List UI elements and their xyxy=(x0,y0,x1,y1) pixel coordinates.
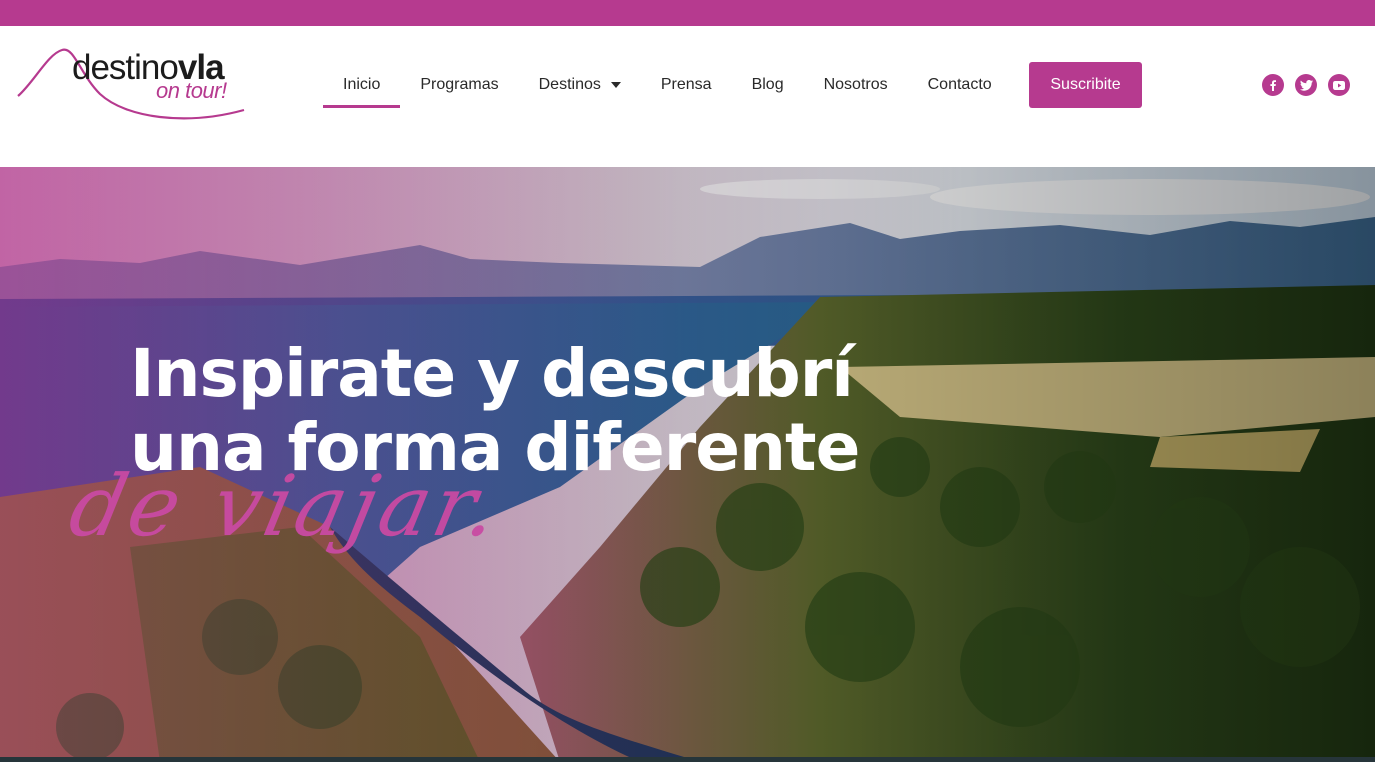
nav-label: Programas xyxy=(420,76,499,93)
nav-item-prensa[interactable]: Prensa xyxy=(641,62,732,108)
nav-label: Nosotros xyxy=(823,76,888,93)
nav-item-inicio[interactable]: Inicio xyxy=(323,62,401,108)
page-bottom-strip xyxy=(0,757,1375,762)
nav-label: Destinos xyxy=(538,76,601,93)
nav-label: Inicio xyxy=(343,76,381,93)
top-accent-bar xyxy=(0,0,1375,26)
nav-label: Prensa xyxy=(660,76,712,93)
nav-item-contacto[interactable]: Contacto xyxy=(908,62,1012,108)
nav-item-destinos[interactable]: Destinos xyxy=(519,62,641,108)
logo-tagline: on tour! xyxy=(156,78,227,103)
site-logo[interactable]: destinovla on tour! xyxy=(16,44,252,126)
hero-headline-line-1: Inspirate y descubrí xyxy=(130,335,854,412)
caret-down-icon xyxy=(610,82,621,88)
nav-item-nosotros[interactable]: Nosotros xyxy=(804,62,908,108)
main-nav: Inicio Programas Destinos Prensa Blog No… xyxy=(323,62,1012,108)
hero-banner: Inspirate y descubrí una forma diferente… xyxy=(0,167,1375,762)
nav-item-blog[interactable]: Blog xyxy=(732,62,804,108)
youtube-icon[interactable] xyxy=(1328,74,1350,96)
hero-script-text: de viajar. xyxy=(61,457,511,555)
nav-label: Blog xyxy=(751,76,784,93)
subscribe-button[interactable]: Suscribite xyxy=(1029,62,1142,108)
nav-item-programas[interactable]: Programas xyxy=(400,62,518,108)
nav-label: Contacto xyxy=(927,76,992,93)
facebook-icon[interactable] xyxy=(1262,74,1284,96)
site-header: destinovla on tour! Inicio Programas Des… xyxy=(0,26,1375,167)
twitter-icon[interactable] xyxy=(1295,74,1317,96)
